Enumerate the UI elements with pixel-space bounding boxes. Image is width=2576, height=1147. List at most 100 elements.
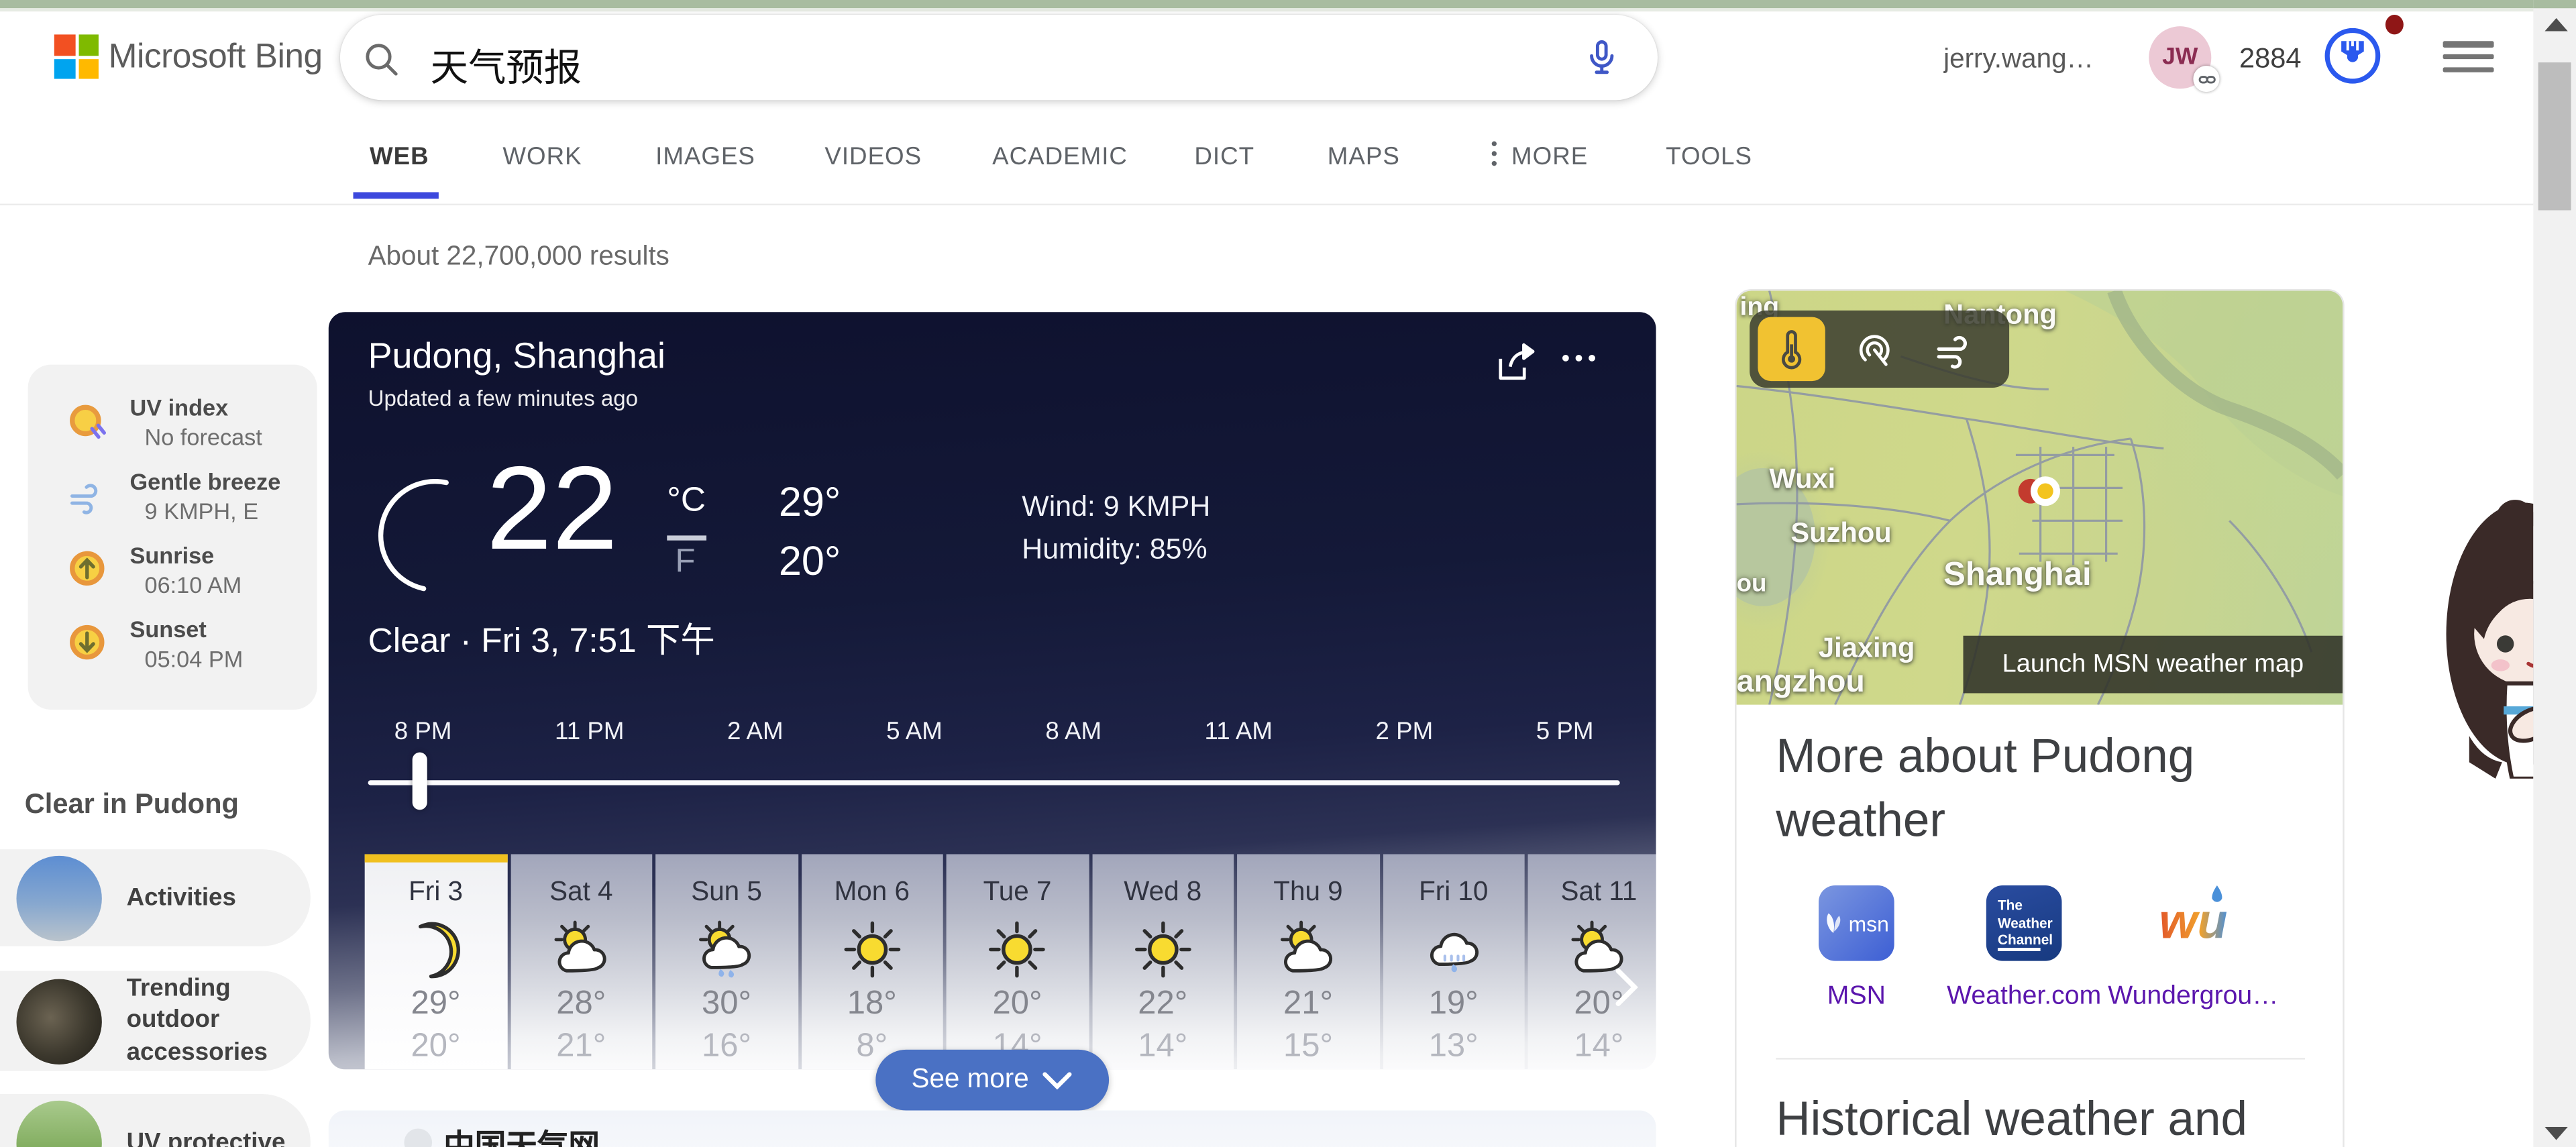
rewards-trophy-icon[interactable] [2321,25,2383,87]
link-label[interactable]: Weather.com [1939,982,2110,1012]
nav-divider [0,203,2534,206]
low-temp: 16° [702,1028,752,1064]
next-days-chevron-icon[interactable] [1613,966,1640,1009]
day-tile-fri3[interactable]: Fri 3 29° 20° [364,854,507,1070]
day-label: Mon 6 [834,877,910,907]
bing-logo-text[interactable]: Microsoft Bing [109,38,323,77]
scrollbar-up-arrow[interactable] [2544,17,2568,32]
tab-videos[interactable]: VIDEOS [824,143,922,171]
day-label: Fri 10 [1419,877,1489,907]
tab-tools[interactable]: TOOLS [1666,143,1752,171]
high-temp: 18° [847,985,897,1022]
unit-underline [667,535,707,540]
fact-value: No forecast [144,423,262,451]
suggestion-activities[interactable]: Activities [0,849,311,946]
link-label[interactable]: MSN [1771,982,1942,1012]
high-temp: 19° [1428,985,1479,1022]
mascot-sticker[interactable] [2420,490,2534,779]
tab-academic[interactable]: ACADEMIC [992,143,1128,171]
result-title[interactable]: 中国天气网 [443,1122,600,1147]
wind-icon [70,484,98,514]
daily-forecast-strip: Fri 3 29° 20° Sat 4 28° 21° Sun 5 30° 16… [364,854,1656,1070]
suggestion-trending-outdoor[interactable]: Trending outdoor accessories [0,971,311,1071]
day-tile-thu9[interactable]: Thu 9 21° 15° [1237,854,1379,1070]
browser-top-strip-lower [0,7,2576,11]
map-location-pin-icon [2018,476,2061,506]
more-options-icon[interactable] [1562,354,1595,362]
search-icon[interactable] [362,40,401,79]
today-low: 20° [778,539,841,585]
wunderground-icon: wu [2155,885,2231,961]
microsoft-logo-icon[interactable] [54,34,99,79]
microphone-icon[interactable] [1582,38,1621,77]
radar-icon [1858,334,1889,366]
weather-location: Pudong, Shanghai [368,335,665,376]
fact-value: 06:10 AM [144,571,242,598]
link-weather-com[interactable]: The Weather Channel Weather.com [1939,885,2110,1012]
fact-label: UV index [129,394,229,421]
wind-reading: Wind: 9 KMPH [1022,489,1211,523]
weather-updated: Updated a few minutes ago [368,386,639,411]
day-tile-sun5[interactable]: Sun 5 30° 16° [655,854,798,1070]
hour-label: 8 AM [1045,718,1102,746]
day-tile-sat11[interactable]: Sat 11 20° 14° [1527,854,1656,1070]
more-about-title: More about Pudong weather [1776,730,2195,849]
result-favicon [404,1128,433,1147]
scrollbar-thumb[interactable] [2538,62,2571,211]
hamburger-menu-icon[interactable] [2443,41,2494,72]
link-wunderground[interactable]: wu Wundergrou… [2108,885,2279,1012]
map-city-label: Jiaxing [1819,632,1915,664]
tab-maps[interactable]: MAPS [1328,143,1400,171]
tab-dict[interactable]: DICT [1194,143,1254,171]
link-label[interactable]: Wundergrou… [2108,982,2279,1012]
day-tile-sat4[interactable]: Sat 4 28° 21° [510,854,653,1070]
tab-more[interactable]: MORE [1511,143,1588,171]
day-tile-mon6[interactable]: Mon 6 18° 8° [800,854,943,1070]
linked-account-badge-icon [2193,65,2220,93]
search-input[interactable]: 天气预报 [431,36,582,92]
day-tile-fri10[interactable]: Fri 10 19° 13° [1382,854,1525,1070]
weather-facts-card: UV index No forecast Gentle breeze 9 KMP… [28,364,317,710]
high-temp: 21° [1283,985,1334,1022]
fact-label: Sunrise [129,542,215,569]
chevron-down-icon [1043,1071,1073,1089]
hour-label: 2 PM [1375,718,1434,746]
radar-layer-button[interactable] [1840,317,1907,382]
ms-square-blue [54,58,75,79]
tab-images[interactable]: IMAGES [655,143,755,171]
suggestion-label: Activities [126,883,236,912]
day-label: Thu 9 [1273,877,1343,907]
unit-celsius[interactable]: °C [667,482,706,521]
high-temp: 28° [556,985,606,1022]
section-divider [1776,1058,2305,1060]
hourly-times-row: 8 PM 11 PM 2 AM 5 AM 8 AM 11 AM 2 PM 5 P… [394,718,1594,746]
today-high: 29° [778,480,841,526]
account-username[interactable]: jerry.wang… [1943,44,2111,76]
wind-layer-button[interactable] [1922,317,1989,382]
scrollbar-down-arrow[interactable] [2544,1127,2568,1140]
unit-fahrenheit[interactable]: F [676,544,696,582]
hour-slider-handle[interactable] [412,752,427,810]
weather-map[interactable]: ing Nantong Wuxi Suzhou Shanghai Jiaxing… [1736,290,2343,705]
link-msn[interactable]: msn MSN [1771,885,1942,1012]
tab-web[interactable]: WEB [370,143,429,171]
wind-icon [1937,335,1967,369]
map-city-label: Suzhou [1790,517,1892,549]
rewards-points-count[interactable]: 2884 [2239,43,2302,76]
tab-work[interactable]: WORK [502,143,582,171]
more-dots-icon [1491,141,1500,166]
temperature-layer-button[interactable] [1758,317,1825,382]
high-temp: 22° [1138,985,1188,1022]
day-tile-wed8[interactable]: Wed 8 22° 14° [1091,854,1234,1070]
suggestion-uv-protective[interactable]: UV protective [0,1094,311,1147]
share-icon[interactable] [1492,337,1541,386]
see-more-button[interactable]: See more [875,1049,1110,1111]
day-tile-tue7[interactable]: Tue 7 20° 14° [946,854,1089,1070]
msn-icon: msn [1819,885,1894,961]
day-label: Sat 11 [1560,877,1638,907]
low-temp: 14° [1138,1028,1188,1064]
hour-slider-track[interactable] [368,780,1620,785]
organic-result-card[interactable]: 中国天气网 [328,1110,1656,1147]
map-layer-toolbar [1750,310,2010,388]
launch-msn-weather-map-button[interactable]: Launch MSN weather map [1963,635,2343,694]
